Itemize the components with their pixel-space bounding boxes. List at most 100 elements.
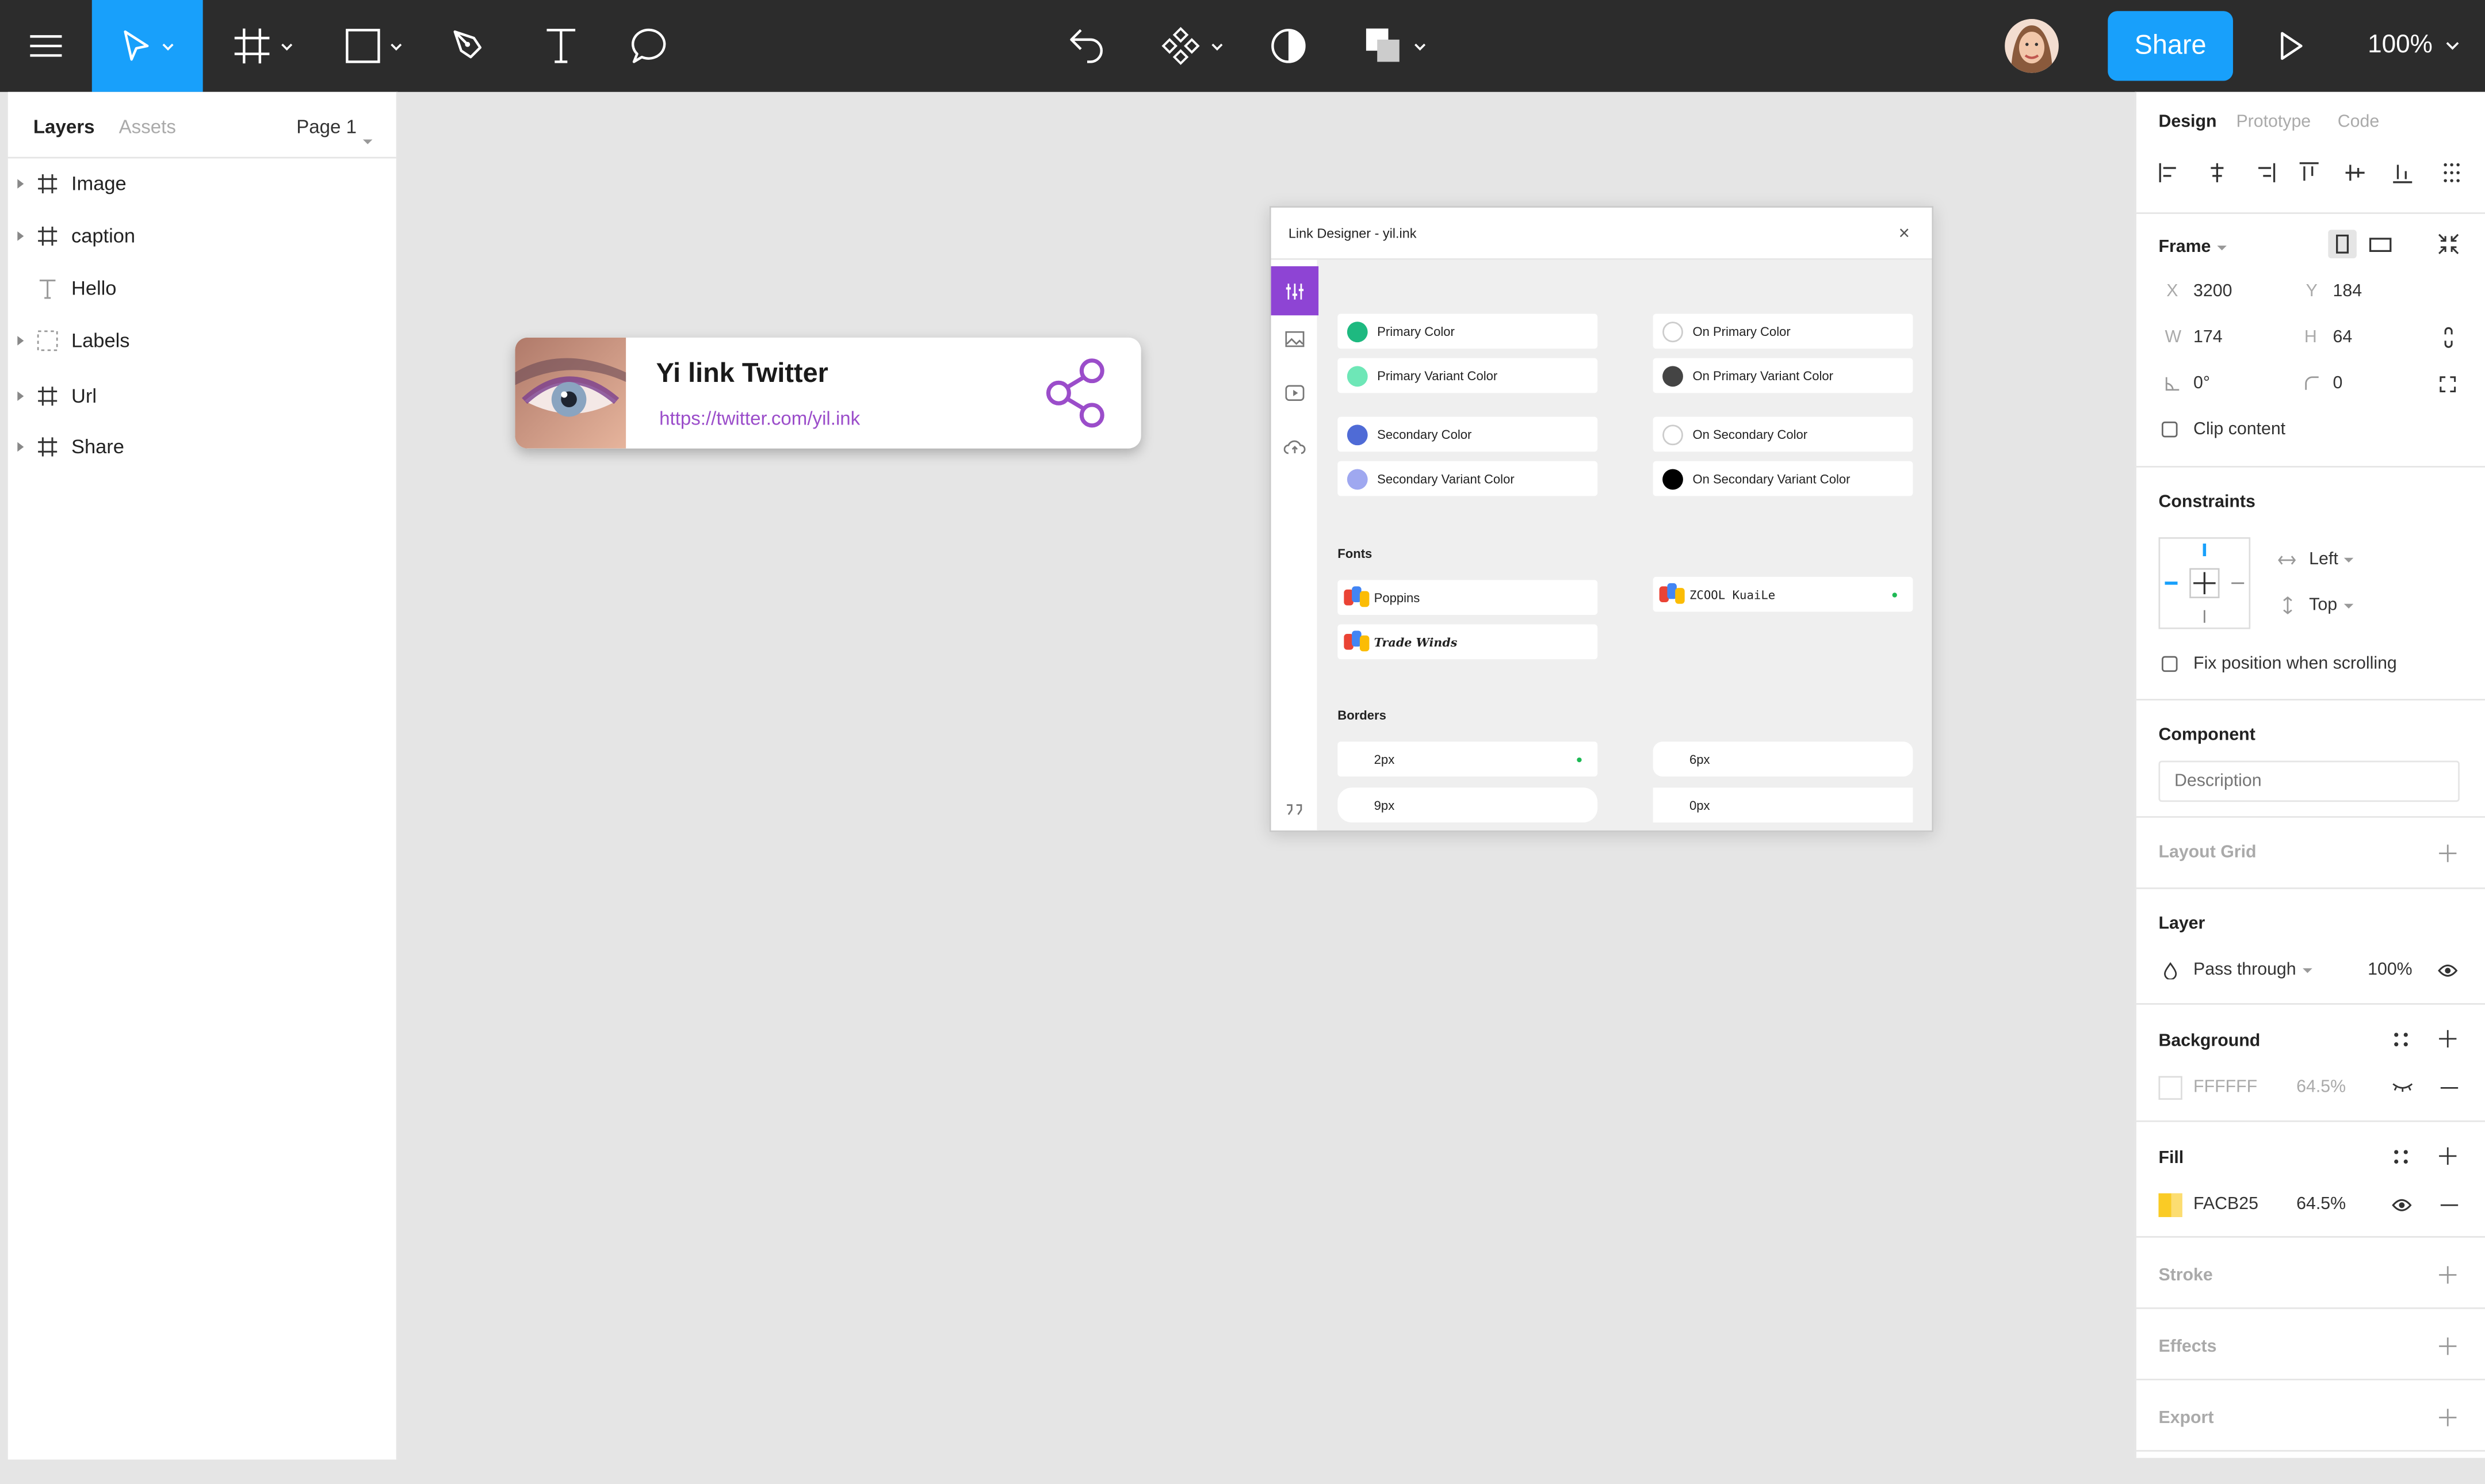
frame-dropdown[interactable]: Frame <box>2158 238 2227 257</box>
layer-item-labels[interactable]: Labels <box>8 315 396 366</box>
border-option-9px[interactable]: 9px <box>1337 787 1598 823</box>
add-export-icon[interactable] <box>2439 1409 2457 1426</box>
expand-arrow-icon[interactable] <box>17 231 24 241</box>
constrain-proportions-icon[interactable] <box>2444 327 2453 349</box>
layer-item-image[interactable]: Image <box>8 159 396 209</box>
border-option-6px[interactable]: 6px <box>1653 741 1913 777</box>
background-title: Background <box>2158 1031 2261 1051</box>
rotation-input[interactable]: 0° <box>2193 374 2210 393</box>
on-primary-variant-color-chip[interactable]: On Primary Variant Color <box>1653 358 1913 393</box>
tab-assets[interactable]: Assets <box>119 116 176 138</box>
eye-icon[interactable] <box>2391 1198 2412 1213</box>
layer-opacity-input[interactable]: 100% <box>2368 961 2413 980</box>
layer-item-url[interactable]: Url <box>8 371 396 422</box>
vertical-constraint-dropdown[interactable]: Top <box>2309 596 2353 615</box>
video-icon[interactable] <box>1285 385 1305 401</box>
avatar[interactable] <box>2005 19 2059 73</box>
alignment-toolbar[interactable] <box>2158 162 2475 184</box>
on-secondary-color-chip[interactable]: On Secondary Color <box>1653 416 1913 452</box>
menu-icon[interactable] <box>0 0 92 92</box>
mask-button[interactable] <box>1265 0 1313 92</box>
zoom-dropdown[interactable]: 100% <box>2368 0 2460 92</box>
comment-tool-button[interactable] <box>625 0 679 92</box>
border-option-2px[interactable]: 2px <box>1337 741 1598 777</box>
h-input[interactable]: 64 <box>2333 328 2353 347</box>
close-icon[interactable]: × <box>1899 222 1910 244</box>
portrait-button[interactable] <box>2328 230 2357 259</box>
expand-arrow-icon[interactable] <box>17 336 24 346</box>
add-fill-icon[interactable] <box>2439 1147 2457 1165</box>
secondary-color-chip[interactable]: Secondary Color <box>1337 416 1598 452</box>
chevron-down-icon <box>1211 43 1223 50</box>
primary-color-chip[interactable]: Primary Color <box>1337 313 1598 349</box>
text-tool-button[interactable] <box>536 0 586 92</box>
fill-hex-input[interactable]: FACB25 <box>2193 1195 2258 1214</box>
description-input[interactable] <box>2158 760 2460 802</box>
independent-corners-icon[interactable] <box>2439 376 2456 393</box>
primary-variant-color-chip[interactable]: Primary Variant Color <box>1337 358 1598 393</box>
cloud-upload-icon[interactable] <box>1283 439 1306 455</box>
quote-icon[interactable] <box>1284 802 1306 818</box>
component-button[interactable] <box>1154 0 1230 92</box>
present-button[interactable] <box>2266 0 2317 92</box>
tab-layers[interactable]: Layers <box>33 116 95 138</box>
add-effect-icon[interactable] <box>2439 1337 2457 1355</box>
plugins-button[interactable] <box>1058 0 1112 92</box>
expand-arrow-icon[interactable] <box>17 391 24 401</box>
resize-to-fit-icon[interactable] <box>2437 233 2460 255</box>
shape-tool-button[interactable] <box>333 0 415 92</box>
secondary-variant-color-chip[interactable]: Secondary Variant Color <box>1337 461 1598 496</box>
share-icon[interactable] <box>1045 357 1114 430</box>
font-name: Poppins <box>1374 590 1420 605</box>
remove-background-icon[interactable] <box>2440 1087 2459 1089</box>
tab-code[interactable]: Code <box>2338 113 2379 132</box>
boolean-button[interactable] <box>1356 0 1432 92</box>
expand-arrow-icon[interactable] <box>17 442 24 452</box>
expand-arrow-icon[interactable] <box>17 179 24 189</box>
landscape-icon[interactable] <box>2369 238 2392 253</box>
tab-prototype[interactable]: Prototype <box>2236 113 2311 132</box>
horizontal-constraint-dropdown[interactable]: Left <box>2309 550 2354 569</box>
card-url[interactable]: https://twitter.com/yil.ink <box>659 407 860 430</box>
link-card-frame[interactable]: Yi link Twitter https://twitter.com/yil.… <box>515 337 1141 449</box>
fix-position-checkbox[interactable] <box>2161 656 2178 672</box>
tab-styles[interactable] <box>1271 266 1319 316</box>
layer-item-hello[interactable]: Hello <box>8 263 396 313</box>
add-background-icon[interactable] <box>2439 1030 2457 1048</box>
layer-item-caption[interactable]: caption <box>8 211 396 261</box>
on-secondary-variant-color-chip[interactable]: On Secondary Variant Color <box>1653 461 1913 496</box>
add-layout-grid-icon[interactable] <box>2439 844 2457 862</box>
fill-swatch[interactable] <box>2158 1193 2182 1217</box>
on-primary-color-chip[interactable]: On Primary Color <box>1653 313 1913 349</box>
font-option-trade-winds[interactable]: Trade Winds <box>1337 624 1598 660</box>
pen-tool-button[interactable] <box>444 0 494 92</box>
move-tool-button[interactable] <box>91 0 203 92</box>
eye-closed-icon[interactable] <box>2391 1083 2414 1092</box>
clip-content-checkbox[interactable] <box>2161 421 2178 438</box>
x-input[interactable]: 3200 <box>2193 282 2232 301</box>
background-swatch[interactable] <box>2158 1076 2182 1100</box>
background-hex-input[interactable]: FFFFFF <box>2193 1077 2257 1096</box>
fill-opacity-input[interactable]: 64.5% <box>2296 1195 2346 1214</box>
font-option-poppins[interactable]: Poppins <box>1337 580 1598 615</box>
image-icon[interactable] <box>1285 331 1305 347</box>
constraints-widget[interactable] <box>2158 537 2251 629</box>
corner-radius-input[interactable]: 0 <box>2333 374 2343 393</box>
add-stroke-icon[interactable] <box>2439 1266 2457 1284</box>
font-option-zcool-kuaile[interactable]: ZCOOL KuaiLe <box>1653 576 1913 612</box>
background-opacity-input[interactable]: 64.5% <box>2296 1077 2346 1096</box>
frame-tool-button[interactable] <box>222 0 304 92</box>
w-input[interactable]: 174 <box>2193 328 2223 347</box>
border-option-0px[interactable]: 0px <box>1653 787 1913 823</box>
share-button[interactable]: Share <box>2108 11 2233 81</box>
eye-icon[interactable] <box>2437 963 2458 978</box>
y-input[interactable]: 184 <box>2333 282 2362 301</box>
stroke-section: Stroke <box>2136 1236 2485 1307</box>
styles-grid-icon[interactable] <box>2393 1032 2409 1048</box>
tab-design[interactable]: Design <box>2158 113 2216 132</box>
blend-mode-dropdown[interactable]: Pass through <box>2193 961 2312 980</box>
styles-grid-icon[interactable] <box>2393 1149 2409 1165</box>
remove-fill-icon[interactable] <box>2440 1204 2459 1206</box>
page-selector[interactable]: Page 1 <box>296 116 373 144</box>
layer-item-share[interactable]: Share <box>8 422 396 472</box>
